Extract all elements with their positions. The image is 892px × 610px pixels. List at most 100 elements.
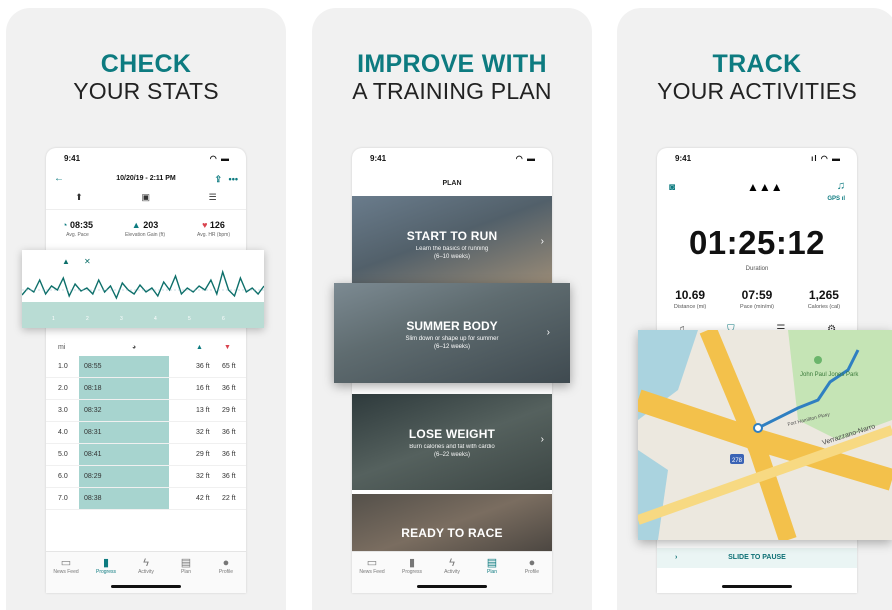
splits-header: mi ◕ ▲ ▼ xyxy=(46,342,246,356)
activity-icon: ϟ xyxy=(143,557,149,569)
stat-value: 203 xyxy=(143,220,159,230)
plan-card-duration: (6–10 weeks) xyxy=(433,254,471,260)
plan-card-title: START TO RUN xyxy=(406,229,498,243)
tab-label: Progress xyxy=(95,569,116,575)
plan-card-desc: Burn calories and fat with cardio xyxy=(409,444,495,450)
table-row: 1.0 08:55 36 ft 65 ft xyxy=(46,356,246,378)
panel-headline: TRACK xyxy=(712,50,802,78)
slide-to-pause[interactable]: › SLIDE TO PAUSE xyxy=(657,548,857,568)
summary-stats: ◔ 08:35 Avg. Pace ▲ 203 Elevation Gain (… xyxy=(46,220,246,238)
split-mi: 6.0 xyxy=(58,473,68,480)
metric-value: 10.69 xyxy=(675,288,706,302)
duration-value: 01:25:12 xyxy=(688,224,826,261)
tab-label: Plan xyxy=(486,569,497,575)
heart-rate-chart: 1 2 3 4 5 6 ▲ ✕ xyxy=(21,257,265,328)
tab-profile[interactable]: ● Profile xyxy=(208,557,244,593)
split-gain: 32 ft xyxy=(196,473,210,480)
plan-card-lose-weight[interactable]: LOSE WEIGHT Burn calories and fat with c… xyxy=(352,394,552,490)
plan-icon: ▤ xyxy=(180,557,192,569)
route-map: John Paul Jones Park Fort Hamilton Pkwy … xyxy=(638,330,892,540)
gps-label: GPS xyxy=(827,196,840,202)
stat-value: 08:35 xyxy=(69,220,93,230)
image-icon[interactable]: ▣ xyxy=(141,192,150,209)
status-time: 9:41 xyxy=(64,154,81,163)
split-loss: 36 ft xyxy=(222,385,236,392)
panel-subline: A TRAINING PLAN xyxy=(352,78,552,104)
table-row: 6.0 08:29 32 ft 36 ft xyxy=(46,466,246,488)
music-icon[interactable]: ♫ xyxy=(837,180,845,192)
mile-marker: 3 xyxy=(120,316,123,322)
heart-rate-line xyxy=(21,269,265,300)
metric-distance: 10.69 Distance (mi) xyxy=(674,288,706,310)
split-pace: 08:29 xyxy=(84,473,102,480)
metric-pace: 07:59 Pace (min/mi) xyxy=(740,288,774,310)
signal-wifi-battery-icon: ıl ◠ ▬ xyxy=(811,154,841,163)
more-icon[interactable]: ••• xyxy=(229,170,238,188)
table-row: 7.0 08:38 42 ft 22 ft xyxy=(46,488,246,510)
split-pace: 08:32 xyxy=(84,407,102,414)
tab-news-feed[interactable]: ▭ News Feed xyxy=(354,557,390,593)
tab-label: Profile xyxy=(218,569,234,575)
loss-column-icon: ▼ xyxy=(224,344,231,351)
phone-stats-screen: 9:41 ◠ ▬ ← 10/20/19 - 2:11 PM ⇪ ••• ⬆ ▣ … xyxy=(46,148,246,593)
route-map-popout[interactable]: John Paul Jones Park Fort Hamilton Pkwy … xyxy=(638,330,892,540)
plan-card-duration: (6–12 weeks) xyxy=(433,344,471,350)
adidas-logo-icon: ▲▲▲ xyxy=(747,180,783,194)
home-indicator xyxy=(417,585,487,588)
plan-card-desc: Learn the basics of running xyxy=(415,246,489,252)
split-loss: 65 ft xyxy=(222,363,236,370)
profile-icon: ● xyxy=(222,557,230,569)
activity-icon: ϟ xyxy=(449,557,455,569)
panel-subline: YOUR ACTIVITIES xyxy=(657,78,857,104)
status-time: 9:41 xyxy=(370,154,387,163)
camera-icon[interactable]: ◙ xyxy=(669,182,675,193)
tab-profile[interactable]: ● Profile xyxy=(514,557,550,593)
table-row: 2.0 08:18 16 ft 36 ft xyxy=(46,378,246,400)
plan-card-start-to-run[interactable]: START TO RUN Learn the basics of running… xyxy=(352,196,552,292)
plan-card-summer-body[interactable]: SUMMER BODY Slim down or shape up for su… xyxy=(334,283,570,383)
stat-label: Avg. Pace xyxy=(66,232,89,238)
splits-icon[interactable]: ☰ xyxy=(209,192,217,209)
split-mi: 5.0 xyxy=(58,451,68,458)
stat-label: Elevation Gain (ft) xyxy=(124,232,166,238)
share-icon[interactable]: ⇪ xyxy=(214,170,222,188)
chevron-right-icon: › xyxy=(540,434,544,445)
split-pace: 08:38 xyxy=(84,495,102,502)
chevron-right-icon: › xyxy=(546,327,550,338)
upload-icon[interactable]: ⬆ xyxy=(75,192,83,209)
metric-calories: 1,265 Calories (cal) xyxy=(808,288,840,310)
tab-label: Plan xyxy=(180,569,191,575)
panel-subline: YOUR STATS xyxy=(73,78,219,104)
table-row: 4.0 08:31 32 ft 36 ft xyxy=(46,422,246,444)
mile-marker: 6 xyxy=(222,316,225,322)
news-feed-icon: ▭ xyxy=(366,557,378,569)
split-mi: 2.0 xyxy=(58,385,68,392)
split-gain: 32 ft xyxy=(196,429,210,436)
split-mi: 4.0 xyxy=(58,429,68,436)
runner-marker-icon: ✕ xyxy=(84,257,91,266)
split-pace: 08:41 xyxy=(84,451,102,458)
table-row: 3.0 08:32 13 ft 29 ft xyxy=(46,400,246,422)
elevation-area xyxy=(22,302,264,328)
tab-news-feed[interactable]: ▭ News Feed xyxy=(48,557,84,593)
activity-header: ← 10/20/19 - 2:11 PM ⇪ ••• xyxy=(46,170,246,188)
split-gain: 16 ft xyxy=(196,385,210,392)
panel-headline: CHECK xyxy=(100,50,192,78)
back-arrow-icon[interactable]: ← xyxy=(54,170,64,188)
activity-date: 10/20/19 - 2:11 PM xyxy=(116,175,176,182)
plan-card-desc: Slim down or shape up for summer xyxy=(405,336,499,342)
gps-status: GPS ıl xyxy=(827,196,845,202)
plan-card-title: READY TO RACE xyxy=(401,526,503,540)
split-gain: 36 ft xyxy=(196,363,210,370)
panel-headline: IMPROVE WITH xyxy=(357,50,547,78)
metric-value: 07:59 xyxy=(741,288,773,302)
status-time: 9:41 xyxy=(675,154,692,163)
stat-label: Avg. HR (bpm) xyxy=(197,232,230,238)
heart-icon: ♥ xyxy=(202,220,208,230)
stat-heart-rate: ♥ 126 Avg. HR (bpm) xyxy=(197,220,230,238)
metric-value: 1,265 xyxy=(808,288,839,302)
tab-label: Activity xyxy=(138,569,154,575)
live-metrics: 10.69 Distance (mi) 07:59 Pace (min/mi) 1,… xyxy=(657,288,857,310)
plan-card-ready-to-race[interactable]: READY TO RACE xyxy=(352,494,552,554)
plan-card-subtitle: Burn calories and fat with cardio (6–22 w… xyxy=(352,443,552,459)
